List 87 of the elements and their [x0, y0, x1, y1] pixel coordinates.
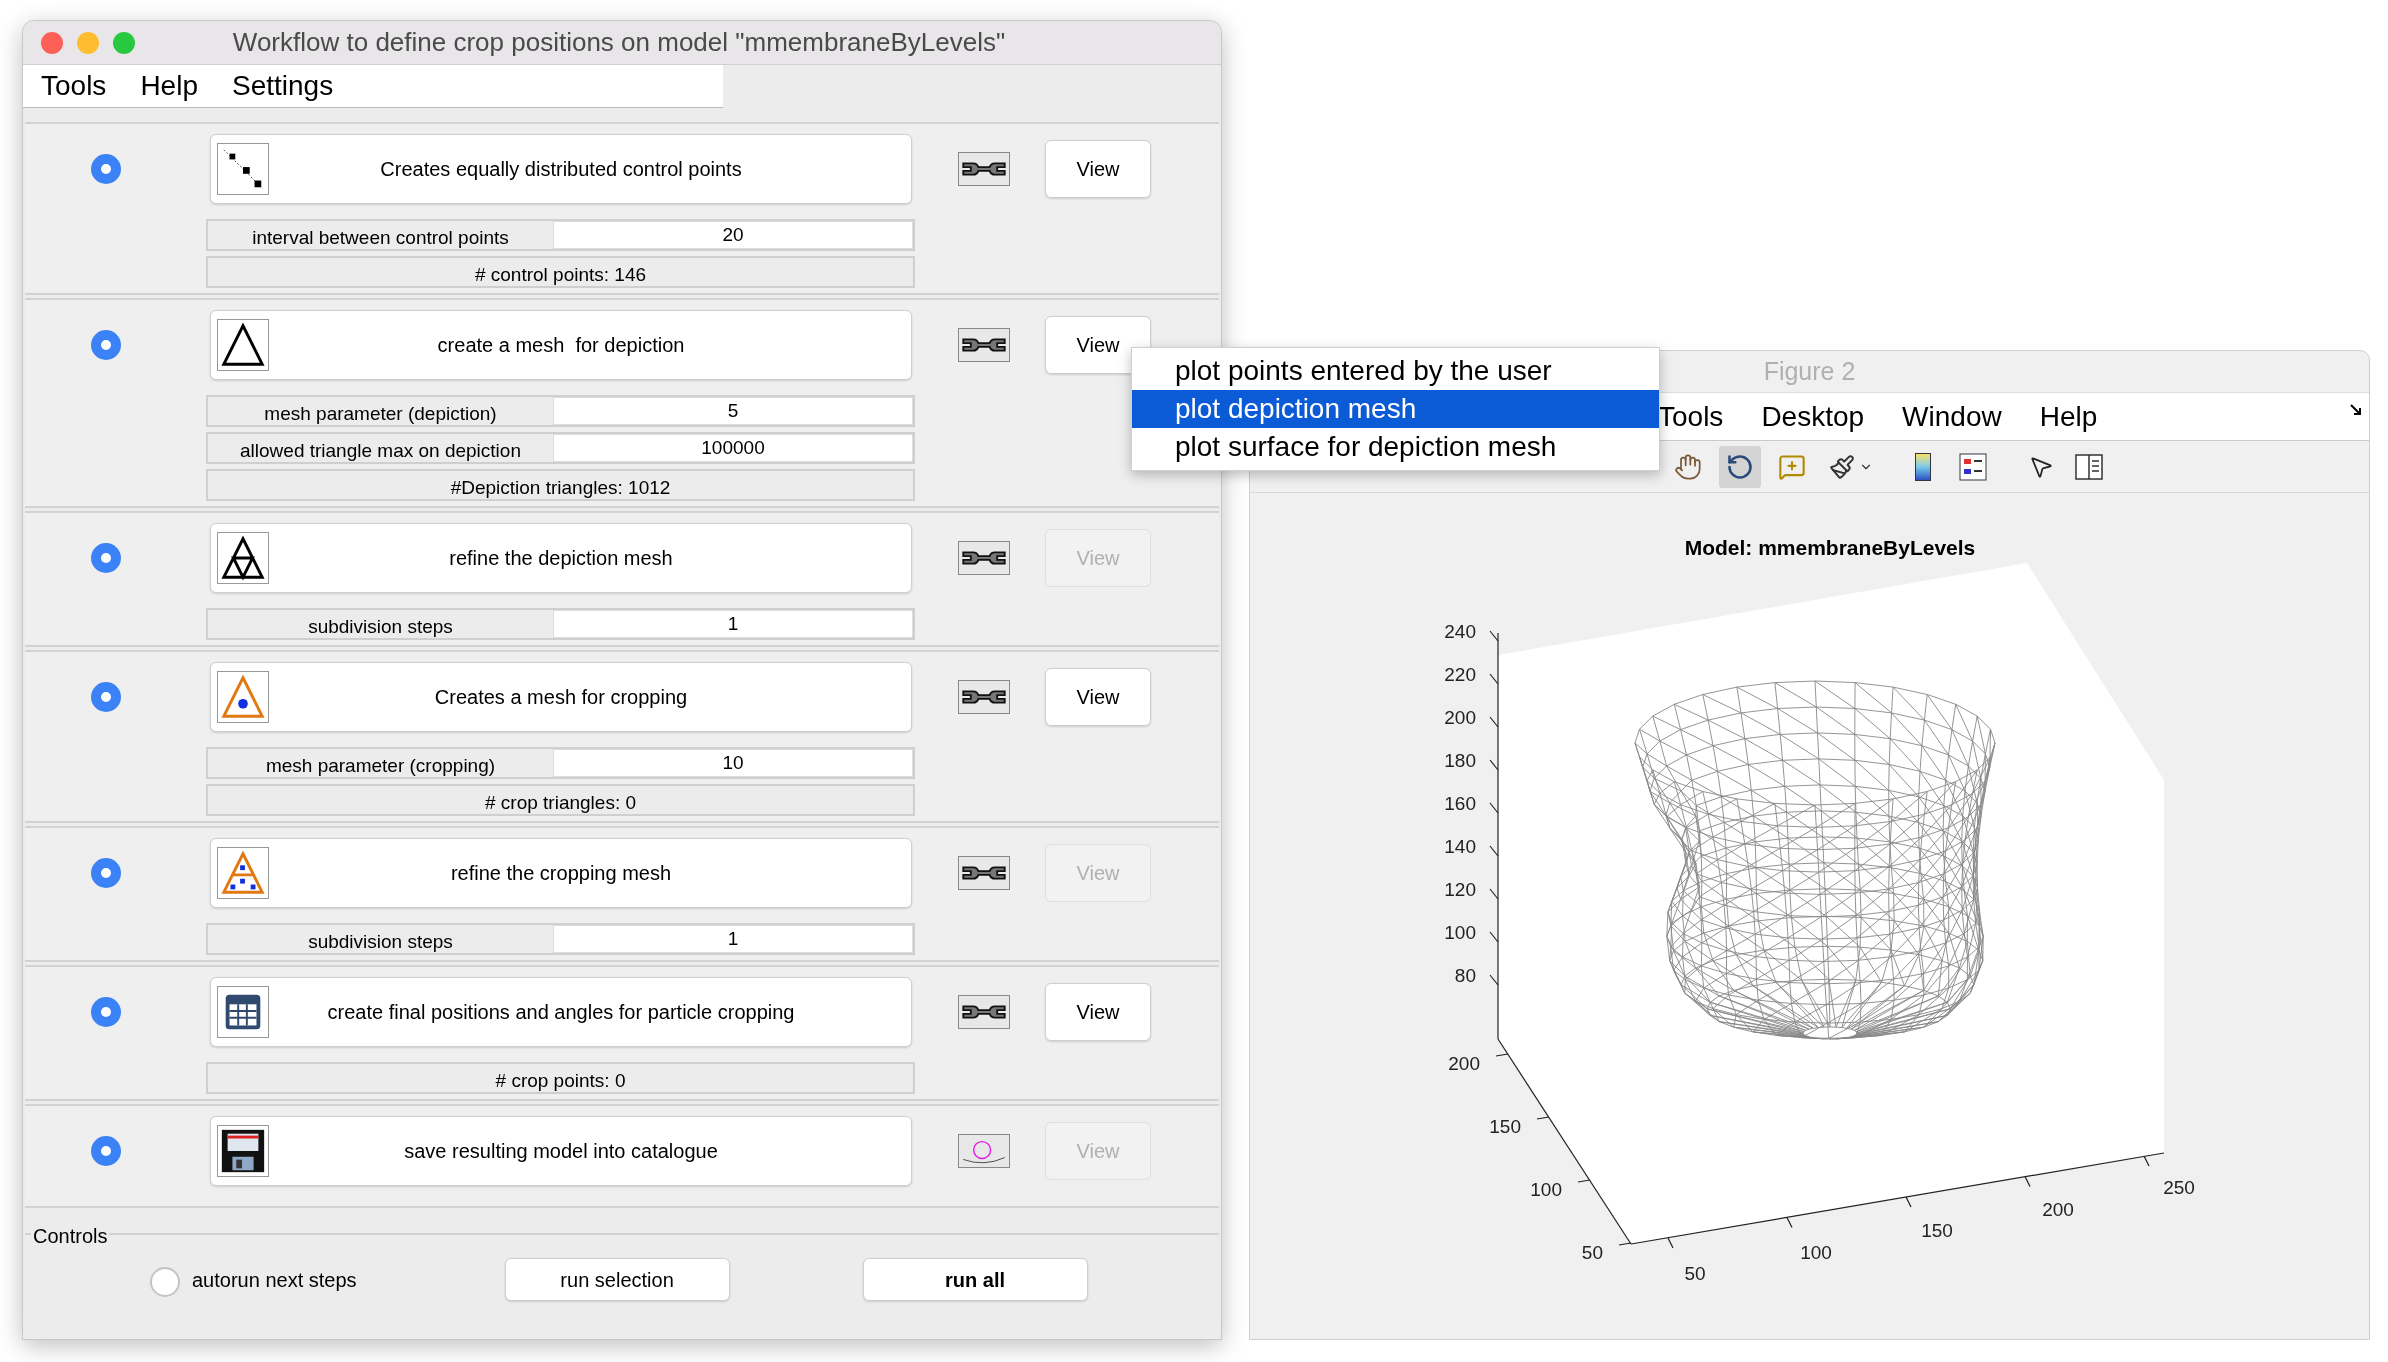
menu-item[interactable]: Help	[2039, 395, 2098, 438]
dock-arrow-icon[interactable]	[2349, 403, 2363, 417]
step-button[interactable]: create final positions and angles for particle cropping	[210, 977, 912, 1047]
axis-tick-label: 120	[1444, 879, 1476, 900]
result-text: #Depiction triangles: 1012	[206, 469, 915, 501]
radio-button[interactable]	[91, 543, 121, 573]
axis-tick-label: 150	[1489, 1116, 1521, 1137]
legend-icon	[1959, 452, 1987, 481]
colorbar-icon	[1915, 452, 1931, 481]
axis-tick-label: 100	[1530, 1179, 1562, 1200]
parameter-field[interactable]: 10	[553, 749, 913, 777]
run-button[interactable]: run selection	[504, 1258, 730, 1301]
parameter-label: mesh parameter (depiction)	[263, 403, 498, 425]
view-button[interactable]: View	[1045, 983, 1151, 1041]
axis-tick-label: 180	[1444, 750, 1476, 771]
autorun-radio[interactable]	[150, 1267, 180, 1297]
parameter-label: interval between control points	[251, 227, 510, 249]
menu-item[interactable]: Help	[140, 65, 198, 107]
axis-tick-label: 50	[1581, 1242, 1603, 1263]
axis-tick-label: 200	[1448, 1053, 1480, 1074]
radio-button[interactable]	[91, 154, 121, 184]
window-title: Workflow to define crop positions on model "mmembraneByLevels"	[231, 26, 1007, 59]
parameter-label: allowed triangle max on depiction	[239, 440, 522, 462]
axis-tick-label: 240	[1444, 621, 1476, 642]
step-button[interactable]: Creates equally distributed control points	[210, 134, 912, 204]
axis-tick-label: 250	[2163, 1177, 2195, 1198]
step-button[interactable]: refine the depiction mesh	[210, 523, 912, 593]
menu-item[interactable]: Tools	[1658, 395, 1724, 438]
table-icon	[217, 986, 269, 1038]
menu-item[interactable]: plot surface for depiction mesh	[1132, 428, 1659, 466]
wrench-icon[interactable]	[958, 152, 1010, 186]
wrench-icon[interactable]	[958, 680, 1010, 714]
radio-button[interactable]	[91, 997, 121, 1027]
step-button[interactable]: create a mesh for depiction	[210, 310, 912, 380]
triangle-dots-icon	[217, 847, 269, 899]
step-button[interactable]: refine the cropping mesh	[210, 838, 912, 908]
window-title: Figure 2	[1763, 355, 1856, 387]
parameter-label: mesh parameter (cropping)	[264, 755, 497, 777]
autorun-label: autorun next steps	[192, 1268, 357, 1293]
diagonal-points-icon	[217, 143, 269, 195]
plot-title: Model: mmembraneByLevels	[1684, 536, 1976, 559]
axis-tick-label: 100	[1444, 922, 1476, 943]
result-text: # crop points: 0	[206, 1062, 915, 1094]
run-button[interactable]: run all	[862, 1258, 1088, 1301]
parameter-field[interactable]: 1	[553, 925, 913, 953]
menu-item[interactable]: Window	[1902, 395, 2002, 438]
wrench-icon[interactable]	[958, 856, 1010, 890]
axis-tick-label: 160	[1444, 793, 1476, 814]
view-button[interactable]: View	[1045, 316, 1151, 374]
axis-tick-label: 200	[2042, 1198, 2074, 1220]
hand-icon	[1674, 452, 1702, 481]
result-text: # crop triangles: 0	[206, 784, 915, 816]
rotate-icon	[1726, 452, 1754, 481]
step-button[interactable]: save resulting model into catalogue	[210, 1116, 912, 1186]
menu-item[interactable]: plot depiction mesh	[1132, 390, 1659, 428]
axis-tick-label: 200	[1444, 707, 1476, 728]
parameter-field[interactable]: 5	[553, 397, 913, 425]
view-button[interactable]: View	[1045, 140, 1151, 198]
panel-icon	[2075, 452, 2103, 481]
menu-item[interactable]: Tools	[41, 65, 107, 107]
brush-icon	[1829, 453, 1855, 480]
radio-button[interactable]	[91, 330, 121, 360]
data-tip-icon	[1778, 452, 1806, 481]
parameter-label: subdivision steps	[307, 616, 454, 638]
parameter-field[interactable]: 20	[553, 221, 913, 249]
parameter-field[interactable]: 1	[553, 610, 913, 638]
result-text: # control points: 146	[206, 256, 915, 288]
parameter-field[interactable]: 100000	[553, 434, 913, 462]
circle-curve-icon[interactable]	[958, 1134, 1010, 1168]
axis-tick-label: 100	[1800, 1241, 1832, 1263]
radio-button[interactable]	[91, 1136, 121, 1166]
axis-tick-label: 220	[1444, 664, 1476, 685]
axis-tick-label: 50	[1684, 1263, 1706, 1284]
menu-item[interactable]: Settings	[231, 65, 334, 107]
wrench-icon[interactable]	[958, 328, 1010, 362]
parameter-label: subdivision steps	[307, 931, 454, 953]
step-button[interactable]: Creates a mesh for cropping	[210, 662, 912, 732]
axis-tick-label: 150	[1921, 1220, 1953, 1241]
wrench-icon[interactable]	[958, 541, 1010, 575]
radio-button[interactable]	[91, 858, 121, 888]
rotate-button[interactable]	[1719, 445, 1761, 488]
axis-tick-label: 140	[1444, 836, 1476, 857]
view-button[interactable]: View	[1045, 668, 1151, 726]
wrench-icon[interactable]	[958, 995, 1010, 1029]
radio-button[interactable]	[91, 682, 121, 712]
axis-tick-label: 80	[1454, 965, 1476, 986]
menu-item[interactable]: Desktop	[1761, 395, 1865, 438]
